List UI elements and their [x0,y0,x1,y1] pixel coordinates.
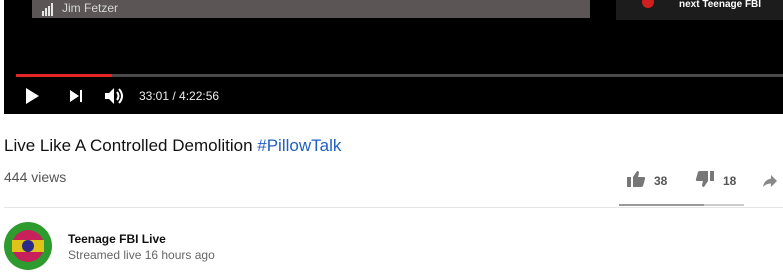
view-count: 444 views [4,169,67,185]
next-icon[interactable] [70,89,84,103]
share-icon[interactable] [762,174,778,188]
progress-played [16,74,112,77]
dislike-count: 18 [723,174,737,188]
channel-name[interactable]: Teenage FBI Live [68,232,166,246]
progress-bar[interactable] [16,74,783,77]
stream-info: Streamed live 16 hours ago [68,248,215,262]
rating-likes-fill [619,204,704,206]
divider [4,207,783,208]
signal-icon [42,3,56,16]
play-icon[interactable] [26,88,39,104]
up-next-label: next Teenage FBI [679,0,762,10]
hashtag-link[interactable]: #PillowTalk [257,136,341,155]
thumbs-up-icon [626,170,646,193]
volume-icon[interactable] [104,86,128,106]
rating-bar [619,204,744,206]
up-next-indicator-icon [642,0,654,8]
time-display: 33:01 / 4:22:56 [139,89,220,103]
up-next-card[interactable]: next Teenage FBI [616,0,783,20]
avatar[interactable] [4,222,52,270]
dislike-button[interactable]: 18 [695,170,737,193]
like-button[interactable]: 38 [626,170,668,193]
thumbs-down-icon [695,170,715,193]
video-title-text: Live Like A Controlled Demolition [4,136,253,155]
like-count: 38 [654,174,668,188]
speaker-name: Jim Fetzer [62,1,119,15]
video-frame: Jim Fetzer [32,0,590,18]
video-player[interactable]: Jim Fetzer next Teenage FBI 33:01 / 4:22… [4,0,783,114]
video-title: Live Like A Controlled Demolition #Pillo… [4,136,341,156]
